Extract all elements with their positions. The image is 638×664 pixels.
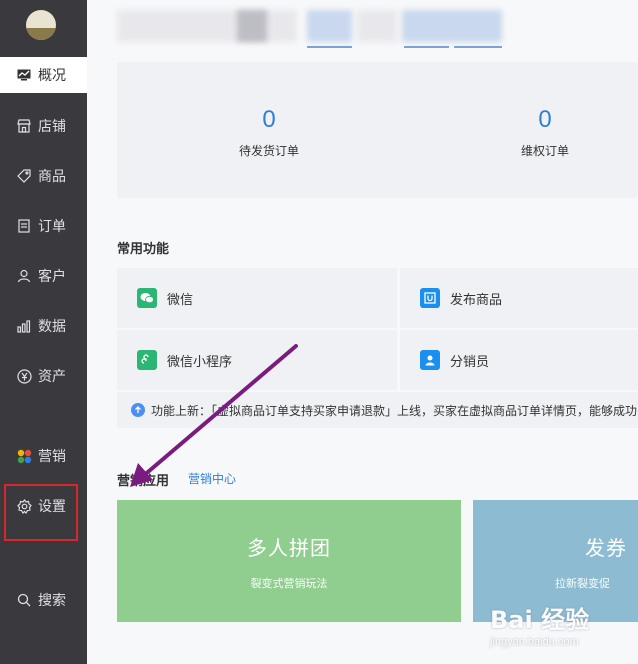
sidebar-item-data[interactable]: 数据: [0, 308, 87, 344]
stat-value: 0: [262, 106, 276, 133]
card-title: 发券: [585, 537, 627, 560]
link-underline: [454, 46, 502, 48]
sidebar-item-label: 商品: [38, 168, 66, 184]
sidebar-item-label: 搜索: [38, 592, 66, 608]
marketing-center-link[interactable]: 营销中心: [188, 470, 236, 487]
function-label: 分销员: [450, 353, 490, 369]
stat-rights-orders[interactable]: 0 维权订单: [465, 106, 625, 159]
notice-text: 功能上新：「虚拟商品订单支持买家申请退款」上线，买家在虚拟商品订单详情页，能够成…: [151, 403, 638, 418]
function-label: 发布商品: [450, 291, 503, 307]
sidebar-item-store[interactable]: 店铺: [0, 108, 87, 144]
sidebar-item-label: 订单: [38, 218, 66, 234]
function-distributor[interactable]: 分销员: [400, 330, 638, 390]
stat-label: 待发货订单: [238, 144, 299, 158]
sidebar-item-assets[interactable]: 资产: [0, 358, 87, 394]
distributor-icon: [420, 350, 440, 370]
document-icon: [16, 218, 32, 234]
gear-icon: [16, 498, 32, 514]
card-title: 多人拼团: [247, 537, 331, 560]
watermark-text: Bai 经验: [490, 606, 590, 634]
function-wechat[interactable]: 微信: [117, 268, 397, 328]
sidebar-item-orders[interactable]: 订单: [0, 208, 87, 244]
arrow-up-info-icon: [131, 403, 145, 417]
feature-notice[interactable]: 功能上新：「虚拟商品订单支持买家申请退款」上线，买家在虚拟商品订单详情页，能够成…: [117, 392, 638, 428]
order-stats-card: 0 待发货订单 0 维权订单: [117, 62, 638, 198]
function-publish-goods[interactable]: 发布商品: [400, 268, 638, 328]
sidebar-item-marketing[interactable]: 营销: [0, 438, 87, 474]
sidebar-item-label: 概况: [38, 67, 66, 83]
common-functions-title: 常用功能: [117, 241, 170, 256]
blurred-text: [237, 10, 267, 42]
sidebar-item-overview[interactable]: 概况: [0, 57, 87, 93]
marketing-apps-title: 营销应用: [117, 473, 170, 488]
sidebar-item-label: 资产: [38, 368, 66, 384]
store-icon: [16, 118, 32, 134]
sidebar-item-customers[interactable]: 客户: [0, 258, 87, 294]
link-underline: [404, 46, 449, 48]
blurred-link: [402, 10, 502, 42]
page-header-blurred: [117, 10, 517, 48]
function-mini-program[interactable]: 微信小程序: [117, 330, 397, 390]
shop-logo[interactable]: [26, 10, 56, 40]
blurred-link: [357, 10, 397, 42]
wechat-icon: [137, 288, 157, 308]
stat-label: 维权订单: [520, 144, 569, 158]
mini-program-icon: [137, 350, 157, 370]
function-label: 微信: [167, 291, 194, 307]
stat-value: 0: [538, 106, 552, 133]
card-subtitle: 拉新裂变促: [555, 577, 610, 590]
sidebar: 概况 店铺 商品 订单 客户 数据 资产 营销 设置 搜索: [0, 0, 87, 664]
card-subtitle: 裂变式营销玩法: [250, 577, 328, 590]
sidebar-item-label: 店铺: [38, 118, 66, 134]
watermark-url: jingyan.baidu.com: [490, 636, 579, 648]
sidebar-item-settings[interactable]: 设置: [0, 488, 87, 524]
bar-chart-icon: [16, 318, 32, 334]
blurred-link: [307, 10, 352, 42]
sidebar-item-label: 设置: [38, 498, 66, 514]
blurred-text: [117, 10, 297, 42]
marketing-card-group-buy[interactable]: 多人拼团 裂变式营销玩法: [117, 500, 461, 622]
colorful-petals-icon: [16, 448, 32, 464]
sidebar-item-label: 数据: [38, 318, 66, 334]
link-underline: [307, 46, 352, 48]
tag-icon: [16, 168, 32, 184]
baidu-jingyan-watermark: Bai 经验 jingyan.baidu.com: [490, 596, 620, 658]
search-icon: [16, 592, 32, 608]
function-label: 微信小程序: [167, 353, 233, 369]
stat-pending-shipment[interactable]: 0 待发货订单: [189, 106, 349, 159]
sidebar-item-label: 客户: [38, 268, 66, 284]
sidebar-item-goods[interactable]: 商品: [0, 158, 87, 194]
overview-icon: [16, 67, 32, 83]
yen-icon: [16, 368, 32, 384]
sidebar-item-label: 营销: [38, 448, 66, 464]
sidebar-item-search[interactable]: 搜索: [0, 582, 87, 618]
publish-goods-icon: [420, 288, 440, 308]
user-icon: [16, 268, 32, 284]
